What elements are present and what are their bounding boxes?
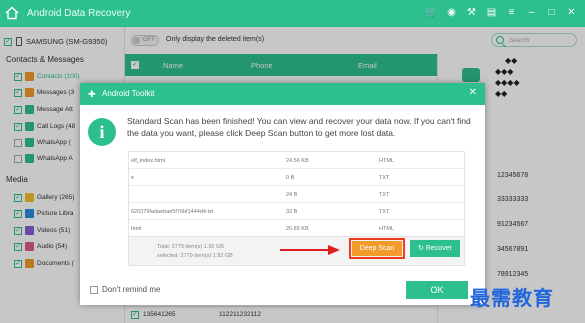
dialog-header: ✚ Android Toolkit ✕ [80,83,485,105]
close-icon[interactable]: ✕ [566,7,577,18]
ok-button[interactable]: OK [406,281,468,299]
file-row: html 26.85 KB HTML [129,220,466,237]
file-type: TXT [379,209,390,215]
maximize-icon[interactable]: □ [546,7,557,18]
dialog-message: Standard Scan has been finished! You can… [127,116,471,138]
total-text: Total: 2779 item(s) 1.92 GB [157,244,224,250]
dont-remind-checkbox[interactable] [90,285,98,294]
file-name: elf_index.html [131,158,165,164]
file-row: 620379fadaebae5f76bf1444d4.txt 32 B TXT [129,203,466,220]
cart-icon[interactable]: 🛒 [425,7,437,18]
deep-scan-button[interactable]: Deep Scan [349,238,405,259]
minimize-icon[interactable]: – [526,7,537,18]
info-icon: i [88,118,116,146]
wifi-icon[interactable]: ◉ [446,7,457,18]
recover-label: Recover [425,245,452,252]
dont-remind-label: Don't remind me [102,285,161,294]
recover-button[interactable]: ↻ Recover [410,240,460,257]
file-type: TXT [379,192,390,198]
menu-icon[interactable]: ≡ [506,7,517,18]
feedback-icon[interactable]: ▤ [486,7,497,18]
file-size: 26.85 KB [286,226,309,232]
file-type: HTML [379,158,394,164]
home-icon[interactable] [5,6,19,20]
file-row: e 0 B TXT [129,169,466,186]
file-row: elf_index.html 24.56 KB HTML [129,152,466,169]
file-row: 24 B TXT [129,186,466,203]
file-size: 24 B [286,192,298,198]
recover-icon: ↻ [418,245,426,252]
file-name: 620379fadaebae5f76bf1444d4.txt [131,209,214,215]
file-type: HTML [379,226,394,232]
title-bar: Android Data Recovery 🛒 ◉ ⚒ ▤ ≡ – □ ✕ [0,0,585,27]
deep-scan-label: Deep Scan [352,241,402,256]
dialog-title: Android Toolkit [102,89,155,98]
app-title: Android Data Recovery [27,8,131,19]
selected-text: selected: 2779 item(s) 1.92 GB [157,253,233,259]
arrow-icon [280,245,340,255]
file-size: 0 B [286,175,295,181]
file-name: e [131,175,135,181]
watermark: 最需教育 [470,286,554,310]
file-name: html [131,226,142,232]
dont-remind-row[interactable]: Don't remind me [90,285,160,294]
plus-icon: ✚ [88,89,96,99]
file-type: TXT [379,175,390,181]
window-controls: 🛒 ◉ ⚒ ▤ ≡ – □ ✕ [425,7,577,18]
close-icon[interactable]: ✕ [469,87,477,98]
key-icon[interactable]: ⚒ [466,7,477,18]
file-size: 24.56 KB [286,158,309,164]
scan-finished-dialog: ✚ Android Toolkit ✕ i Standard Scan has … [80,83,485,305]
file-size: 32 B [286,209,298,215]
